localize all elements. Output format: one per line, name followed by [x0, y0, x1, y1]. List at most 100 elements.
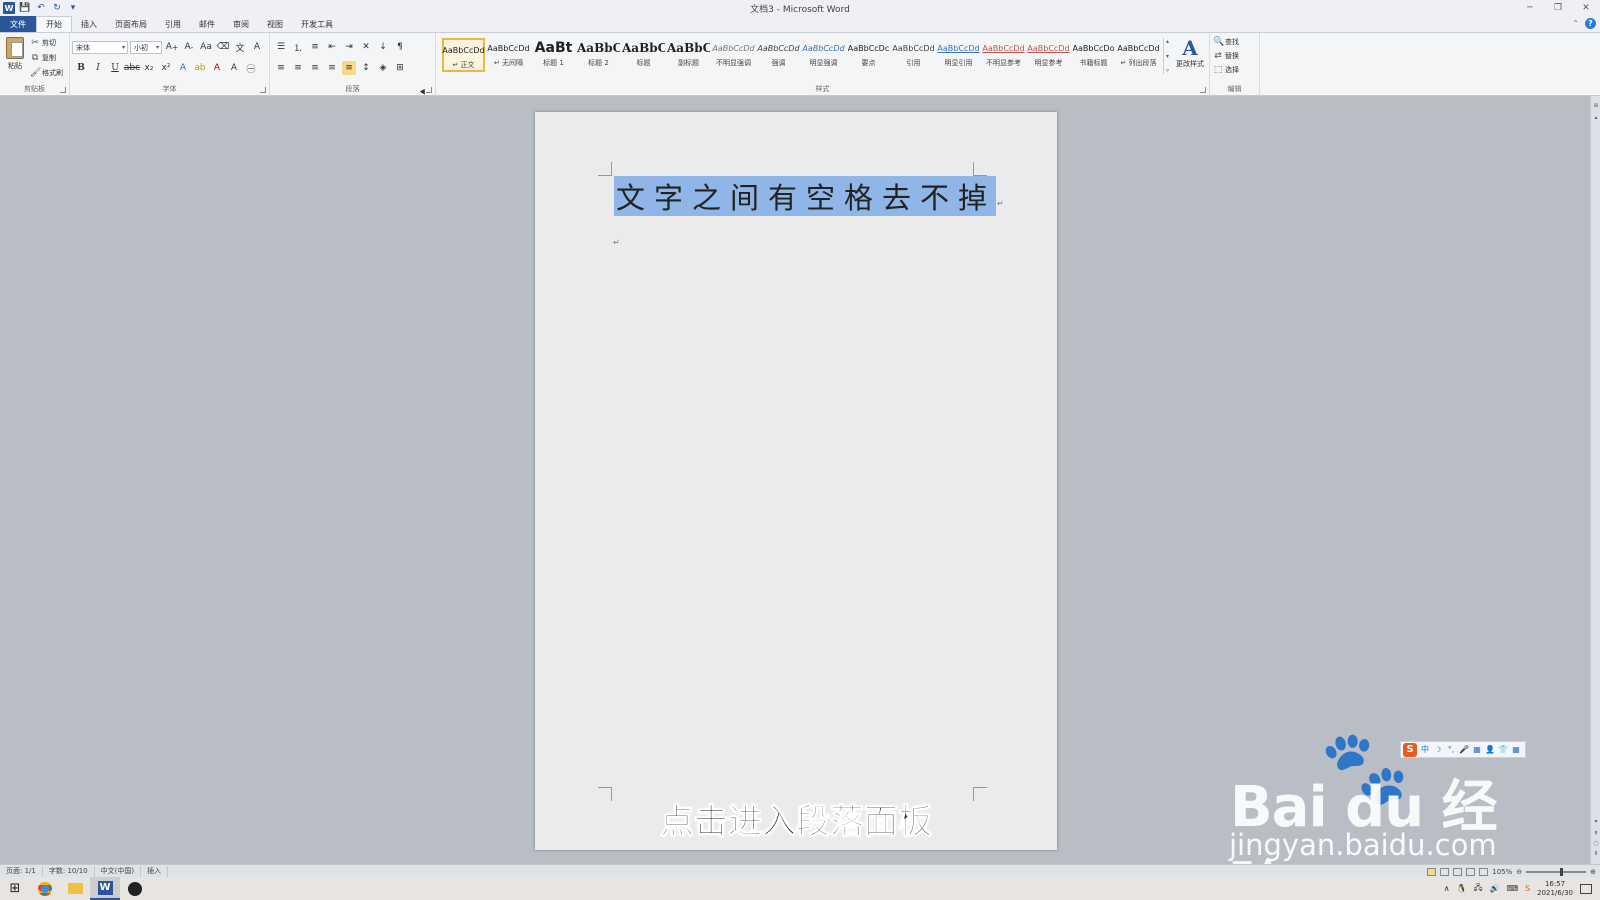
- distribute-icon[interactable]: ≡: [342, 61, 356, 75]
- copy-button[interactable]: ⧉ 复制: [30, 52, 56, 64]
- word-taskbar-button[interactable]: W: [90, 877, 120, 900]
- justify-icon[interactable]: ≡: [325, 61, 339, 75]
- bullets-icon[interactable]: ☰: [274, 40, 288, 54]
- tab-review[interactable]: 审阅: [224, 16, 258, 32]
- moon-icon[interactable]: ☽: [1433, 745, 1443, 754]
- character-shading-icon[interactable]: A: [227, 61, 241, 75]
- paste-button[interactable]: 粘贴: [4, 37, 26, 79]
- selected-text[interactable]: 文字之间有空格去不掉: [614, 176, 997, 216]
- style-gallery-item[interactable]: AaBbCcDd ↵ 列出段落: [1117, 38, 1160, 72]
- change-styles-button[interactable]: A 更改样式: [1172, 37, 1208, 69]
- undo-icon[interactable]: ↶: [35, 2, 47, 14]
- superscript-icon[interactable]: x²: [159, 61, 173, 75]
- close-button[interactable]: ✕: [1572, 0, 1600, 16]
- style-gallery-item[interactable]: AaBbC 标题 2: [577, 38, 620, 72]
- tab-home[interactable]: 开始: [36, 16, 72, 32]
- style-gallery-item[interactable]: AaBbCcDd 明显引用: [937, 38, 980, 72]
- document-page[interactable]: 文字之间有空格去不掉 ↵ ↵ 点击进入段落面板: [535, 112, 1057, 850]
- italic-icon[interactable]: I: [91, 61, 105, 75]
- word-count[interactable]: 字数: 10/10: [43, 865, 95, 877]
- enclose-characters-icon[interactable]: ㊀: [244, 61, 258, 75]
- minimize-ribbon-icon[interactable]: ⌃: [1572, 19, 1579, 28]
- restore-button[interactable]: ❐: [1544, 0, 1572, 16]
- outline-view-icon[interactable]: [1466, 867, 1476, 876]
- font-size-select[interactable]: 小初 ▾: [130, 41, 162, 54]
- style-gallery-item[interactable]: AaBbCcDd ↵ 正文: [442, 38, 485, 72]
- highlight-icon[interactable]: ab: [193, 61, 207, 75]
- align-right-icon[interactable]: ≡: [308, 61, 322, 75]
- sogou-logo-icon[interactable]: S: [1403, 742, 1417, 757]
- ime-toolbar[interactable]: S 中 ☽ °, 🎤 ▦ 👤 👕 ▦: [1400, 741, 1526, 758]
- show-marks-icon[interactable]: ¶: [393, 40, 407, 54]
- style-gallery-item[interactable]: AaBbCcDd 引用: [892, 38, 935, 72]
- more-icon[interactable]: ▿: [1166, 67, 1169, 74]
- character-border-icon[interactable]: A: [250, 40, 264, 54]
- keyboard-icon[interactable]: ▦: [1472, 745, 1482, 754]
- grow-font-icon[interactable]: A +: [165, 40, 179, 54]
- ruler-toggle-icon[interactable]: ⊕: [1592, 102, 1600, 110]
- tab-mailings[interactable]: 邮件: [190, 16, 224, 32]
- zoom-slider-thumb[interactable]: [1560, 867, 1564, 876]
- action-center-icon[interactable]: [1580, 883, 1592, 894]
- chrome-taskbar-button[interactable]: [30, 877, 60, 900]
- scroll-up-icon[interactable]: ▴: [1592, 114, 1600, 122]
- style-gallery-item[interactable]: AaBbCcDc 要点: [847, 38, 890, 72]
- phonetic-guide-icon[interactable]: 文: [233, 40, 247, 54]
- ime-mode-indicator[interactable]: 中: [1420, 744, 1430, 755]
- style-gallery-item[interactable]: AaBbC 标题: [622, 38, 665, 72]
- chinese-layout-icon[interactable]: ✕: [359, 40, 373, 54]
- strikethrough-icon[interactable]: abc: [124, 61, 140, 75]
- replace-button[interactable]: ⇄ 替换: [1213, 50, 1239, 62]
- chevron-up-icon[interactable]: ▴: [1166, 38, 1169, 45]
- taskbar-clock[interactable]: 16:57 2021/6/30: [1537, 880, 1573, 898]
- bold-icon[interactable]: B: [74, 61, 88, 75]
- shrink-font-icon[interactable]: A-: [182, 40, 196, 54]
- zoom-level[interactable]: 105%: [1492, 868, 1512, 876]
- show-hidden-icons-icon[interactable]: ∧: [1444, 884, 1450, 893]
- toolbox-icon[interactable]: ▦: [1511, 745, 1521, 754]
- page-count[interactable]: 页面: 1/1: [0, 865, 43, 877]
- windows-start-icon[interactable]: ⊞: [0, 877, 30, 900]
- shading-icon[interactable]: ◈: [376, 61, 390, 75]
- style-gallery-item[interactable]: AaBbC 副标题: [667, 38, 710, 72]
- tab-page-layout[interactable]: 页面布局: [106, 16, 156, 32]
- document-paragraph[interactable]: 文字之间有空格去不掉 ↵: [614, 176, 1004, 216]
- print-layout-icon[interactable]: [1427, 867, 1437, 876]
- cut-button[interactable]: ✂ 剪切: [30, 37, 56, 49]
- full-screen-reading-icon[interactable]: [1440, 867, 1450, 876]
- subscript-icon[interactable]: x₂: [142, 61, 156, 75]
- sogou-tray-icon[interactable]: S: [1525, 884, 1530, 893]
- previous-page-icon[interactable]: ⇞: [1592, 830, 1600, 838]
- find-button[interactable]: 🔍 查找: [1213, 36, 1239, 48]
- web-layout-icon[interactable]: [1453, 867, 1463, 876]
- insert-mode[interactable]: 插入: [141, 865, 169, 877]
- select-button[interactable]: ⬚ 选择: [1213, 64, 1239, 76]
- sort-icon[interactable]: ↓: [376, 40, 390, 54]
- skin-icon[interactable]: 👕: [1498, 745, 1508, 754]
- vertical-scrollbar[interactable]: ⊕ ▴ ▾ ⇞ ○ ⇟: [1590, 96, 1600, 864]
- microphone-icon[interactable]: 🎤: [1459, 745, 1469, 754]
- text-effects-icon[interactable]: A: [176, 61, 190, 75]
- font-name-select[interactable]: 宋体 ▾: [72, 41, 128, 54]
- obs-taskbar-button[interactable]: [120, 877, 150, 900]
- help-icon[interactable]: ?: [1585, 18, 1596, 29]
- decrease-indent-icon[interactable]: ⇤: [325, 40, 339, 54]
- underline-icon[interactable]: U: [108, 61, 122, 75]
- user-icon[interactable]: 👤: [1485, 745, 1495, 754]
- clear-format-icon[interactable]: ⌫: [216, 40, 230, 54]
- multilevel-list-icon[interactable]: ≡: [308, 40, 322, 54]
- customize-qat-icon[interactable]: ▾: [67, 2, 79, 14]
- increase-indent-icon[interactable]: ⇥: [342, 40, 356, 54]
- font-launcher-icon[interactable]: [260, 87, 266, 93]
- volume-icon[interactable]: 🔊: [1490, 884, 1500, 893]
- style-gallery-item[interactable]: AaBbCcDd 不明显参考: [982, 38, 1025, 72]
- ime-tray-icon[interactable]: ⌨: [1506, 884, 1518, 893]
- minimize-button[interactable]: ─: [1516, 0, 1544, 16]
- tab-references[interactable]: 引用: [156, 16, 190, 32]
- style-gallery-item[interactable]: AaBbCcDd 不明显强调: [712, 38, 755, 72]
- numbering-icon[interactable]: ⒈: [291, 40, 305, 54]
- punctuation-icon[interactable]: °,: [1446, 745, 1456, 754]
- styles-launcher-icon[interactable]: [1200, 87, 1206, 93]
- zoom-out-icon[interactable]: ⊖: [1516, 868, 1522, 876]
- borders-icon[interactable]: ⊞: [393, 61, 407, 75]
